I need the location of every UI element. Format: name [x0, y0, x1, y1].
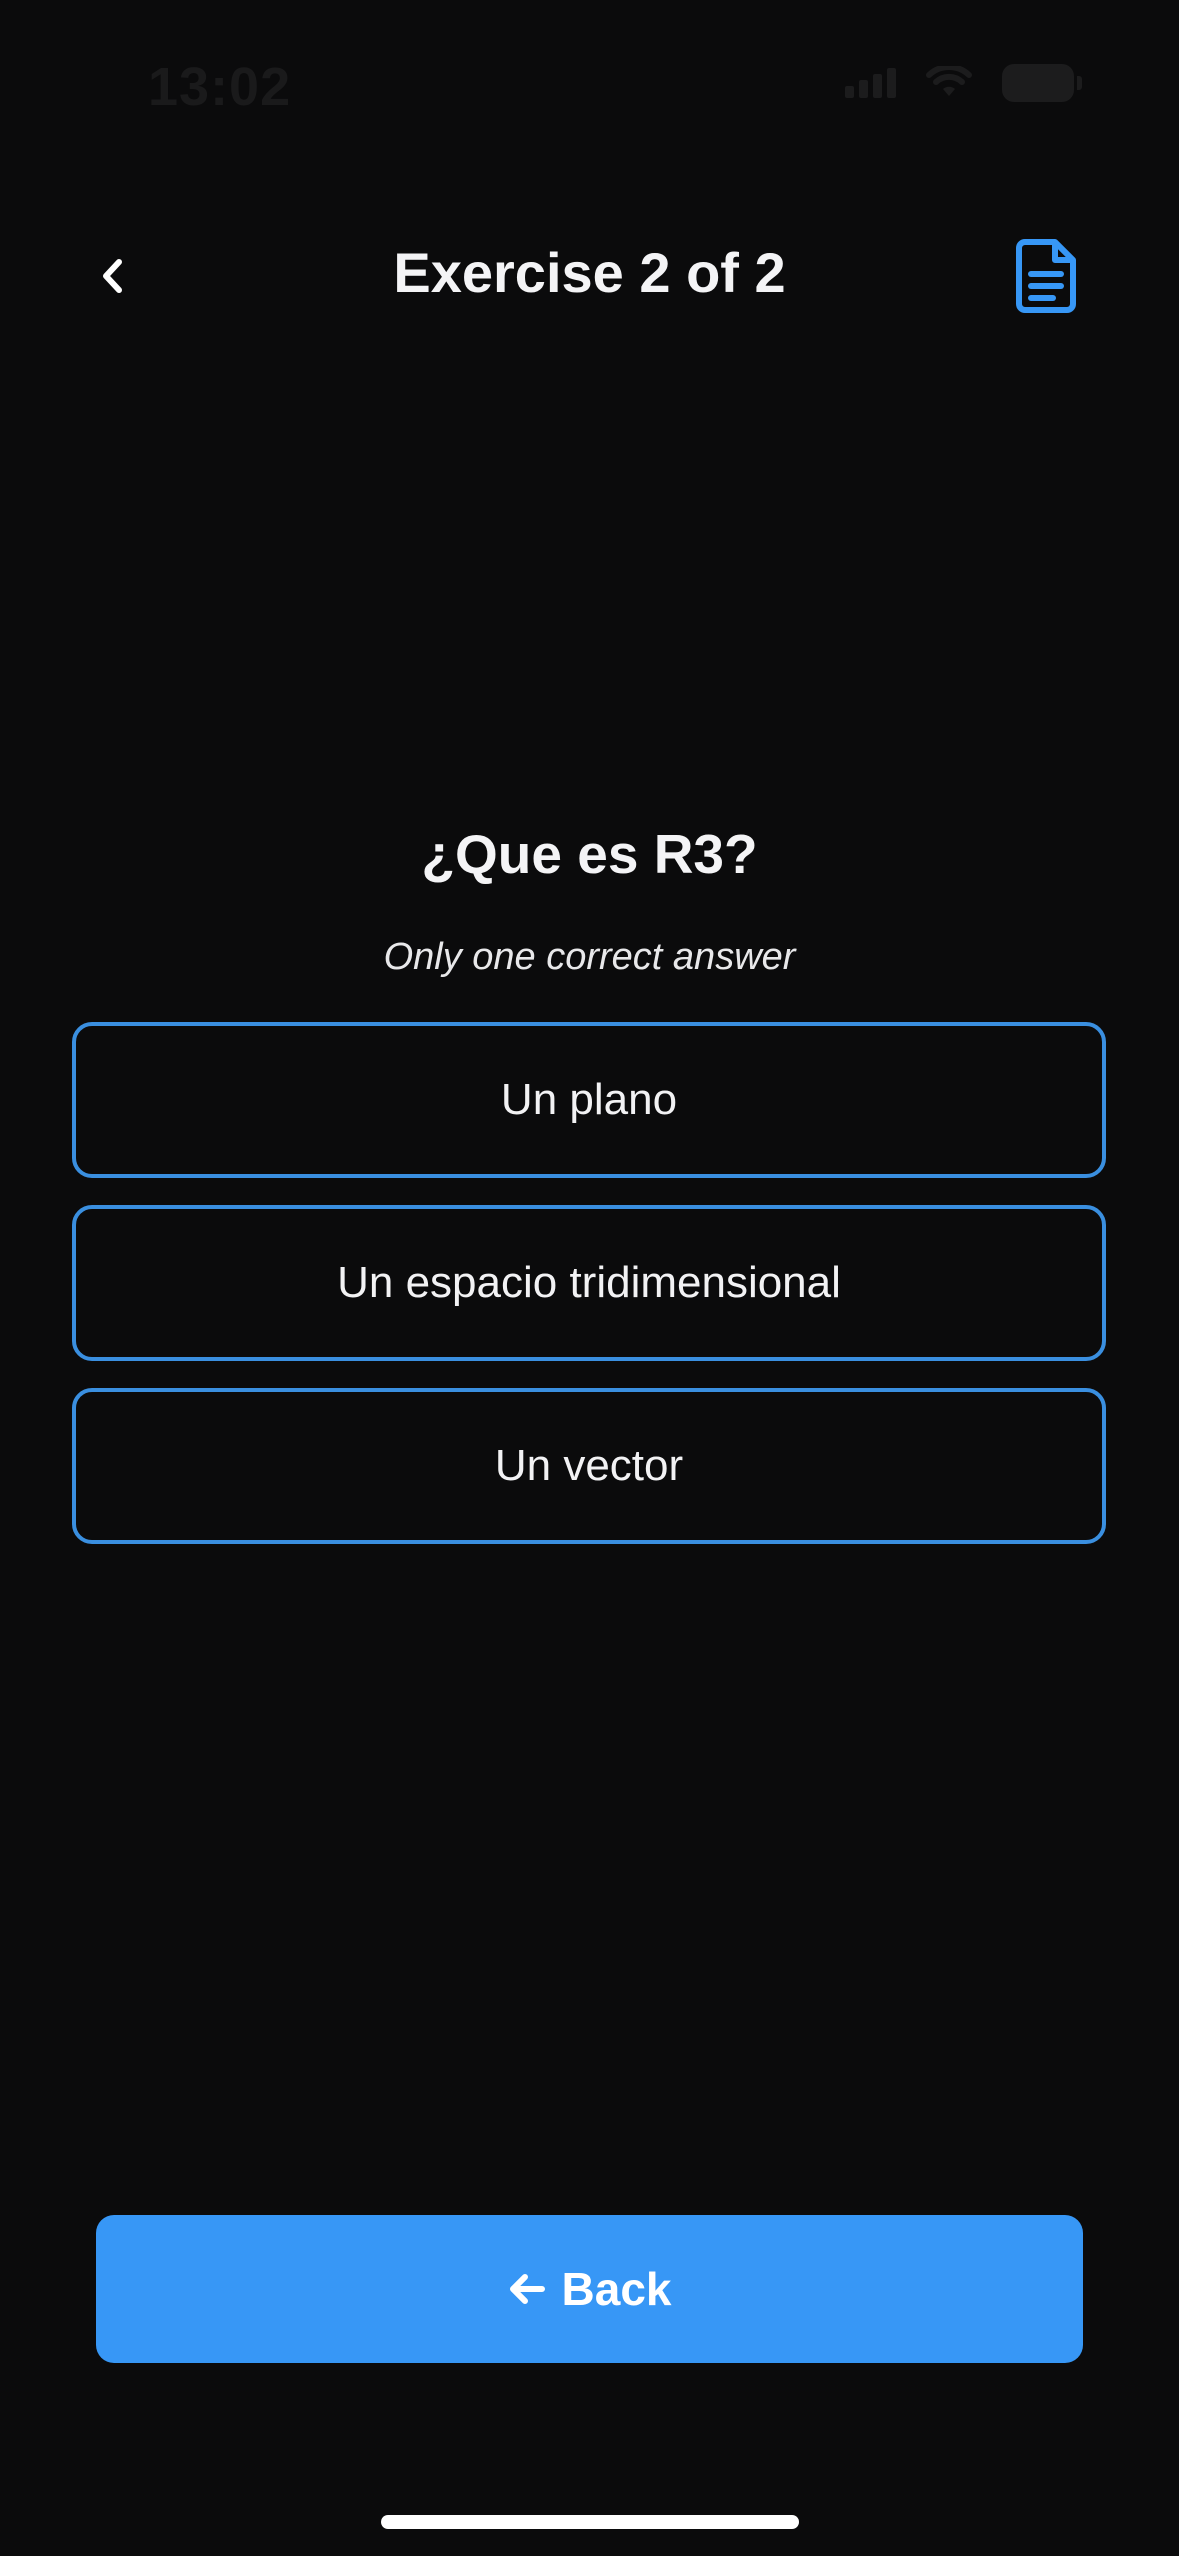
battery-icon: [1002, 64, 1082, 102]
answer-option-label: Un vector: [494, 1441, 684, 1490]
back-button[interactable]: Back: [96, 2215, 1083, 2363]
answer-option-2[interactable]: Un espacio tridimensional: [72, 1205, 1106, 1361]
answer-hint: Only one correct answer: [383, 936, 796, 978]
wifi-icon: [926, 66, 972, 96]
header: Exercise 2 of 2: [0, 220, 1179, 330]
answer-option-label: Un espacio tridimensional: [337, 1258, 841, 1307]
answer-option-label: Un plano: [500, 1075, 678, 1124]
arrow-left-icon: [509, 2274, 545, 2304]
page-title: Exercise 2 of 2: [393, 241, 786, 304]
document-icon: [1016, 239, 1076, 313]
status-icons: [845, 64, 1082, 102]
notes-button[interactable]: [1015, 238, 1079, 314]
answer-option-3[interactable]: Un vector: [72, 1388, 1106, 1544]
status-bar: 13:02: [0, 0, 1179, 150]
question-text: ¿Que es R3?: [421, 823, 758, 885]
home-indicator[interactable]: [381, 2515, 799, 2529]
status-time: 13:02: [148, 57, 292, 117]
back-button-label: Back: [561, 2263, 672, 2315]
cellular-signal-icon: [845, 68, 896, 98]
answer-option-1[interactable]: Un plano: [72, 1022, 1106, 1178]
answer-options: Un plano Un espacio tridimensional Un ve…: [72, 1022, 1106, 1571]
